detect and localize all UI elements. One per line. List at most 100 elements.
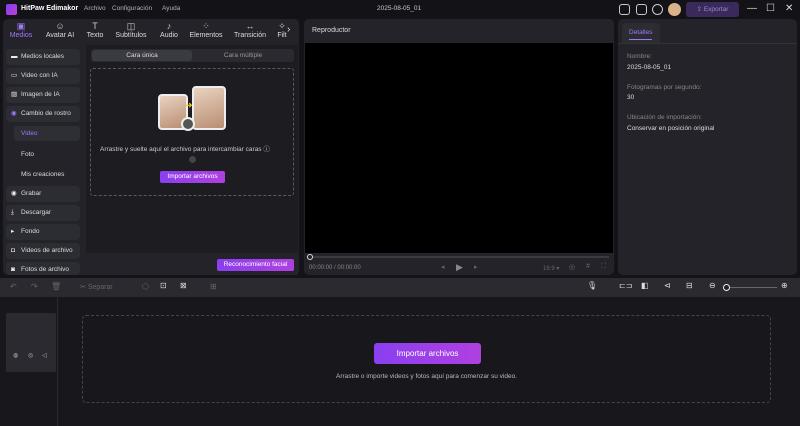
snapshot-icon[interactable]: ◎ [569, 263, 575, 271]
play-icon[interactable]: ▶ [456, 262, 463, 273]
fps-value: 30 [627, 94, 635, 101]
zoom-out-icon[interactable]: ⊖ [709, 281, 716, 290]
link-icon[interactable]: ⊏⊐ [619, 281, 632, 290]
maximize-icon[interactable]: ☐ [766, 3, 775, 14]
transition-icon: ↔ [245, 21, 255, 31]
sidebar-label: Medios locales [21, 53, 64, 60]
folder-icon: ▬ [11, 53, 18, 60]
zoom-slider[interactable] [727, 287, 777, 288]
user-avatar[interactable] [668, 3, 681, 16]
tab-audio[interactable]: ♪ Audio [156, 21, 182, 39]
redo-icon[interactable]: ↷ [31, 282, 38, 291]
menu-ayuda[interactable]: Ayuda [162, 5, 180, 12]
sidebar-label: Fondo [21, 228, 40, 235]
menu-configuracion[interactable]: Configuración [112, 5, 152, 12]
aspect-ratio-select[interactable]: 16:9 ▾ [543, 265, 559, 272]
split-audio-icon[interactable]: ◧ [641, 281, 649, 290]
player-title: Reproductor [312, 27, 351, 34]
hide-track-icon[interactable]: ◎ [28, 352, 33, 359]
subitem-video[interactable]: Video [21, 130, 38, 137]
sidebar-label: Descargar [21, 209, 51, 216]
ai-video-icon: ▭ [11, 72, 18, 79]
location-value: Conservar en posición original [627, 125, 715, 132]
details-divider [618, 43, 797, 44]
play-icon: ▸ [11, 228, 15, 235]
tab-cara-multiple[interactable]: Cara múltiple [193, 50, 293, 61]
lock-track-icon[interactable]: ◍ [13, 352, 18, 359]
layout-icon[interactable] [619, 4, 630, 15]
tab-transicion[interactable]: ↔ Transición [231, 21, 269, 39]
tab-label: Transición [233, 32, 267, 39]
tab-subtitulos[interactable]: ◫ Subtítulos [113, 21, 149, 39]
sidebar-item-grabar[interactable]: ◉ Grabar [6, 186, 80, 202]
timeline-toolbar [0, 278, 800, 297]
ai-image-icon: ▨ [11, 91, 18, 98]
stock-video-icon: ◘ [11, 247, 15, 254]
zoom-slider-handle[interactable] [723, 284, 730, 291]
text-tool-icon[interactable]: ⊡ [160, 281, 167, 290]
playback-scrubber[interactable] [309, 256, 609, 258]
face-swap-icon: ◉ [11, 110, 17, 117]
tab-elementos[interactable]: ⁘ Elementos [187, 21, 225, 39]
timeline-import-button[interactable]: Importar archivos [374, 343, 481, 364]
drop-instructions: Arrastre y suelte aquí el archivo para i… [100, 143, 270, 153]
remove-subtitles-icon[interactable]: ⊠ [180, 281, 187, 290]
export-button[interactable]: ⇪ Exportar [686, 2, 739, 17]
tab-label: Texto [86, 32, 104, 39]
media-icon: ▣ [16, 21, 26, 31]
feedback-icon[interactable] [636, 4, 647, 15]
fullscreen-icon[interactable]: ⛶ [601, 263, 606, 271]
zoom-in-icon[interactable]: ⊕ [781, 281, 788, 290]
close-icon[interactable]: ✕ [785, 3, 793, 14]
info-icon[interactable]: ⓘ [263, 146, 270, 153]
sidebar-item-cambio-rostro[interactable]: ◉ Cambio de rostro [6, 106, 80, 122]
trim-icon[interactable]: ⊲ [664, 281, 671, 290]
face-recognition-button[interactable]: Reconocimiento facial [217, 259, 294, 271]
download-icon[interactable] [652, 4, 663, 15]
text-icon: T [92, 21, 98, 31]
tab-avatar-ai[interactable]: ☺ Avatar AI [42, 21, 78, 39]
tab-medios[interactable]: ▣ Medios [6, 21, 36, 39]
menu-archivo[interactable]: Archivo [84, 5, 106, 12]
aspect-value: 16:9 [543, 266, 555, 272]
sidebar-item-imagen-ia[interactable]: ▨ Imagen de IA [6, 87, 80, 103]
shield-icon[interactable]: ⬡ [142, 282, 149, 291]
subitem-foto[interactable]: Foto [21, 151, 34, 158]
prev-frame-icon[interactable]: ◂ [441, 263, 445, 271]
microphone-icon[interactable]: 🎙 [587, 281, 597, 290]
name-value: 2025-08-05_01 [627, 64, 672, 71]
sidebar-label: Grabar [21, 190, 42, 197]
time-total: 00:00:00 [337, 265, 361, 271]
add-track-icon[interactable]: ⊞ [210, 282, 217, 291]
stock-photo-icon: ◙ [11, 266, 15, 273]
grid-icon[interactable]: # [586, 263, 590, 270]
scrubber-handle[interactable] [307, 254, 313, 260]
sidebar-item-fondo[interactable]: ▸ Fondo [6, 224, 80, 240]
tab-cara-unica[interactable]: Cara única [92, 50, 192, 61]
tab-texto[interactable]: T Texto [83, 21, 107, 39]
split-button[interactable]: ✂ Separar [80, 283, 113, 291]
sidebar-item-video-ia[interactable]: ▭ Video con IA [6, 68, 80, 84]
sidebar-label: Imagen de IA [21, 91, 60, 98]
tab-detalles[interactable]: Detalles [629, 29, 653, 40]
sidebar-item-medios-locales[interactable]: ▬ Medios locales [6, 49, 80, 65]
next-frame-icon[interactable]: ▸ [474, 263, 478, 271]
subitem-mis-creaciones[interactable]: Mis creaciones [21, 171, 64, 178]
minimize-icon[interactable]: — [747, 3, 757, 14]
mute-track-icon[interactable]: ◁ [42, 352, 47, 359]
import-files-button[interactable]: Importar archivos [160, 171, 225, 183]
fit-icon[interactable]: ⊟ [686, 281, 693, 290]
undo-icon[interactable]: ↶ [10, 282, 17, 291]
elements-icon: ⁘ [202, 21, 210, 31]
tab-label: Filt [277, 32, 287, 39]
track-divider [57, 297, 58, 426]
sidebar-item-fotos-archivo[interactable]: ◙ Fotos de archivo [6, 262, 80, 275]
app-logo [6, 4, 17, 15]
download-icon: ⤓ [11, 209, 14, 216]
chevron-right-icon[interactable]: › [287, 24, 290, 35]
sidebar-item-descargar[interactable]: ⤓ Descargar [6, 205, 80, 221]
subtitles-icon: ◫ [126, 21, 136, 31]
sidebar-item-videos-archivo[interactable]: ◘ Videos de archivo [6, 243, 80, 259]
delete-icon[interactable]: 🗑 [51, 282, 61, 291]
split-label: Separar [87, 284, 113, 291]
